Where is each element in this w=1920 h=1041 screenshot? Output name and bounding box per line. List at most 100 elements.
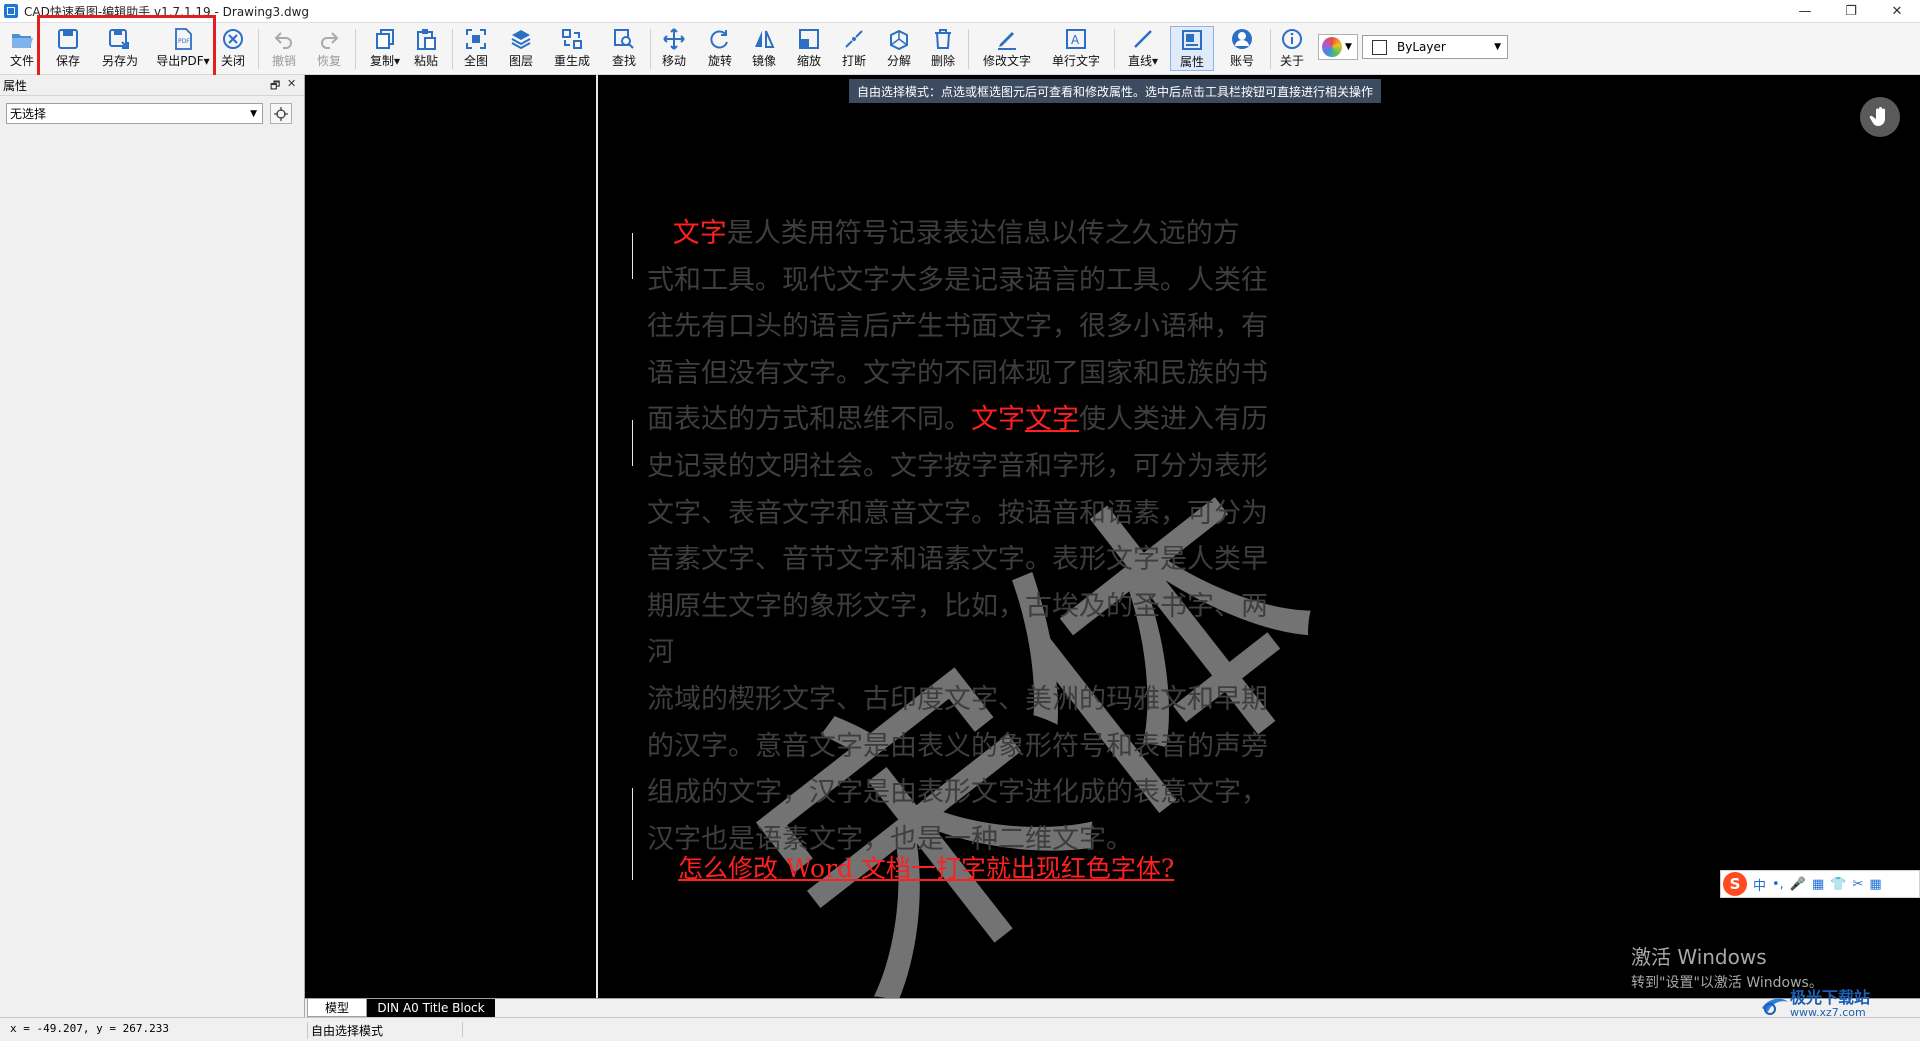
layer-color-swatch: [1372, 39, 1387, 55]
quick-select-button[interactable]: [270, 103, 292, 124]
scale-button[interactable]: 缩放: [793, 26, 825, 71]
toolbar-separator: [452, 29, 453, 69]
color-picker[interactable]: ▼: [1318, 34, 1358, 60]
color-wheel-icon: [1322, 37, 1342, 57]
brand-url: www.xz7.com: [1790, 1006, 1866, 1019]
restore-button[interactable]: ❐: [1828, 0, 1874, 22]
properties-button[interactable]: 属性: [1170, 26, 1214, 71]
ime-mode-toggle[interactable]: 中: [1753, 875, 1766, 894]
toolbar-separator: [355, 29, 356, 69]
text-line: 音素文字、音节文字和语素文字。表形文字是人类早: [647, 544, 1268, 576]
scale-icon: [795, 26, 823, 52]
regenerate-button[interactable]: 重生成: [552, 26, 592, 71]
close-panel-icon[interactable]: ✕: [287, 77, 296, 90]
pencil-icon: [993, 26, 1021, 52]
text-line: 史记录的文明社会。文字按字音和字形，可分为表形: [647, 450, 1268, 482]
trash-icon: [929, 26, 957, 52]
grid-icon[interactable]: ▦: [1869, 877, 1881, 892]
close-circle-icon: [219, 26, 247, 52]
edit-text-button[interactable]: 修改文字: [981, 26, 1033, 71]
paste-button[interactable]: 粘贴: [410, 26, 442, 71]
mirror-button[interactable]: 镜像: [748, 26, 780, 71]
rotate-button[interactable]: 旋转: [704, 26, 736, 71]
layers-button[interactable]: 图层: [505, 26, 537, 71]
title-bar: CAD快速看图-编辑助手 v1.7.1.19 - Drawing3.dwg — …: [0, 0, 1920, 23]
float-panel-icon[interactable]: 🗗: [270, 77, 280, 96]
toolbar-separator: [650, 29, 651, 69]
status-divider: [462, 1022, 463, 1037]
rotate-icon: [706, 26, 734, 52]
move-button[interactable]: 移动: [658, 26, 690, 71]
line-button[interactable]: 直线▾: [1122, 26, 1164, 71]
delete-button[interactable]: 删除: [927, 26, 959, 71]
search-icon: [610, 26, 638, 52]
cursor-coordinates: x = -49.207, y = 267.233: [10, 1022, 169, 1035]
close-file-button[interactable]: 关闭: [217, 26, 249, 71]
chevron-down-icon: ▼: [250, 108, 257, 119]
activation-watermark: 激活 Windows 转到"设置"以激活 Windows。: [1631, 945, 1823, 991]
red-heading-text[interactable]: 怎么修改 Word 文档一打字就出现红色字体?: [678, 849, 1174, 885]
brand-logo-icon: [1760, 994, 1790, 1016]
punctuation-icon[interactable]: •,: [1772, 877, 1784, 892]
explode-button[interactable]: 分解: [883, 26, 915, 71]
text-line: 式和工具。现代文字大多是记录语言的工具。人类往: [647, 264, 1268, 296]
text-line: 组成的文字，汉字是由表形文字进化成的表意文字，: [647, 777, 1268, 809]
keyboard-icon[interactable]: ▦: [1812, 877, 1824, 892]
skin-icon[interactable]: 👕: [1830, 877, 1846, 892]
main-toolbar: 文件 保存 另存为 PDF 导出PDF▾ 关闭 撤销 恢复 复制▾ 粘贴 全图 …: [0, 23, 1920, 75]
redo-button[interactable]: 恢复: [313, 26, 345, 71]
properties-icon: [1178, 27, 1206, 53]
text-line: 流域的楔形文字、古印度文字、美洲的玛雅文和早期: [647, 683, 1268, 715]
about-button[interactable]: 关于: [1276, 26, 1308, 71]
selection-dropdown[interactable]: 无选择 ▼: [6, 103, 263, 124]
fit-all-button[interactable]: 全图: [460, 26, 492, 71]
info-icon: [1278, 26, 1306, 52]
text-line: 语言但没有文字。文字的不同体现了国家和民族的书: [647, 357, 1268, 389]
highlight-annotation-box: [37, 15, 216, 80]
panel-header: 属性 🗗 ✕: [0, 75, 304, 96]
open-folder-icon: [8, 26, 36, 52]
paste-icon: [412, 26, 440, 52]
line-icon: [1129, 26, 1157, 52]
app-logo-icon: [4, 4, 18, 18]
account-button[interactable]: 账号: [1224, 26, 1260, 71]
panel-title: 属性: [3, 78, 28, 93]
dropdown-arrow-icon: ▼: [1345, 42, 1352, 52]
drawing-canvas[interactable]: 自由选择模式：点选或框选图元后可查看和修改属性。选中后点击工具栏按钮可直接进行相…: [305, 75, 1920, 998]
close-window-button[interactable]: ✕: [1874, 0, 1920, 22]
layers-icon: [507, 26, 535, 52]
paragraph-text[interactable]: 文字是人类用符号记录表达信息以传之久远的方 式和工具。现代文字大多是记录语言的工…: [647, 211, 1287, 863]
mirror-icon: [750, 26, 778, 52]
layout-tabs: 模型 DIN A0 Title Block: [305, 998, 1920, 1018]
regenerate-icon: [558, 26, 586, 52]
redo-icon: [315, 26, 343, 52]
break-button[interactable]: 打断: [838, 26, 870, 71]
tab-model[interactable]: 模型: [307, 999, 367, 1017]
microphone-icon[interactable]: 🎤: [1790, 877, 1806, 892]
tab-din-a0[interactable]: DIN A0 Title Block: [367, 999, 495, 1017]
scissors-icon[interactable]: ✂: [1853, 877, 1864, 892]
text-line: 往先有口头的语言后产生书面文字，很多小语种，有: [647, 311, 1268, 343]
selection-mode: 自由选择模式: [307, 1022, 383, 1039]
properties-panel: 属性 🗗 ✕ 无选择 ▼: [0, 75, 305, 1017]
move-icon: [660, 26, 688, 52]
toolbar-separator: [1270, 29, 1271, 69]
text-line: 文字是人类用符号记录表达信息以传之久远的方: [672, 218, 1240, 249]
layer-value: ByLayer: [1397, 40, 1446, 54]
fit-screen-icon: [462, 26, 490, 52]
text-icon: A: [1062, 26, 1090, 52]
window-controls: — ❐ ✕: [1782, 0, 1920, 22]
toolbar-separator: [258, 29, 259, 69]
minimize-button[interactable]: —: [1782, 0, 1828, 22]
file-button[interactable]: 文件: [4, 26, 40, 71]
undo-button[interactable]: 撤销: [268, 26, 300, 71]
undo-icon: [270, 26, 298, 52]
toolbar-separator: [968, 29, 969, 69]
single-line-text-button[interactable]: A 单行文字: [1050, 26, 1102, 71]
find-button[interactable]: 查找: [608, 26, 640, 71]
layer-dropdown[interactable]: ByLayer ▼: [1362, 35, 1508, 59]
copy-button[interactable]: 复制▾: [365, 26, 405, 71]
toolbar-separator: [1114, 29, 1115, 69]
text-line: 的汉字。意音文字是由表义的象形符号和表音的声旁: [647, 730, 1268, 762]
crosshair-icon: [274, 106, 288, 121]
